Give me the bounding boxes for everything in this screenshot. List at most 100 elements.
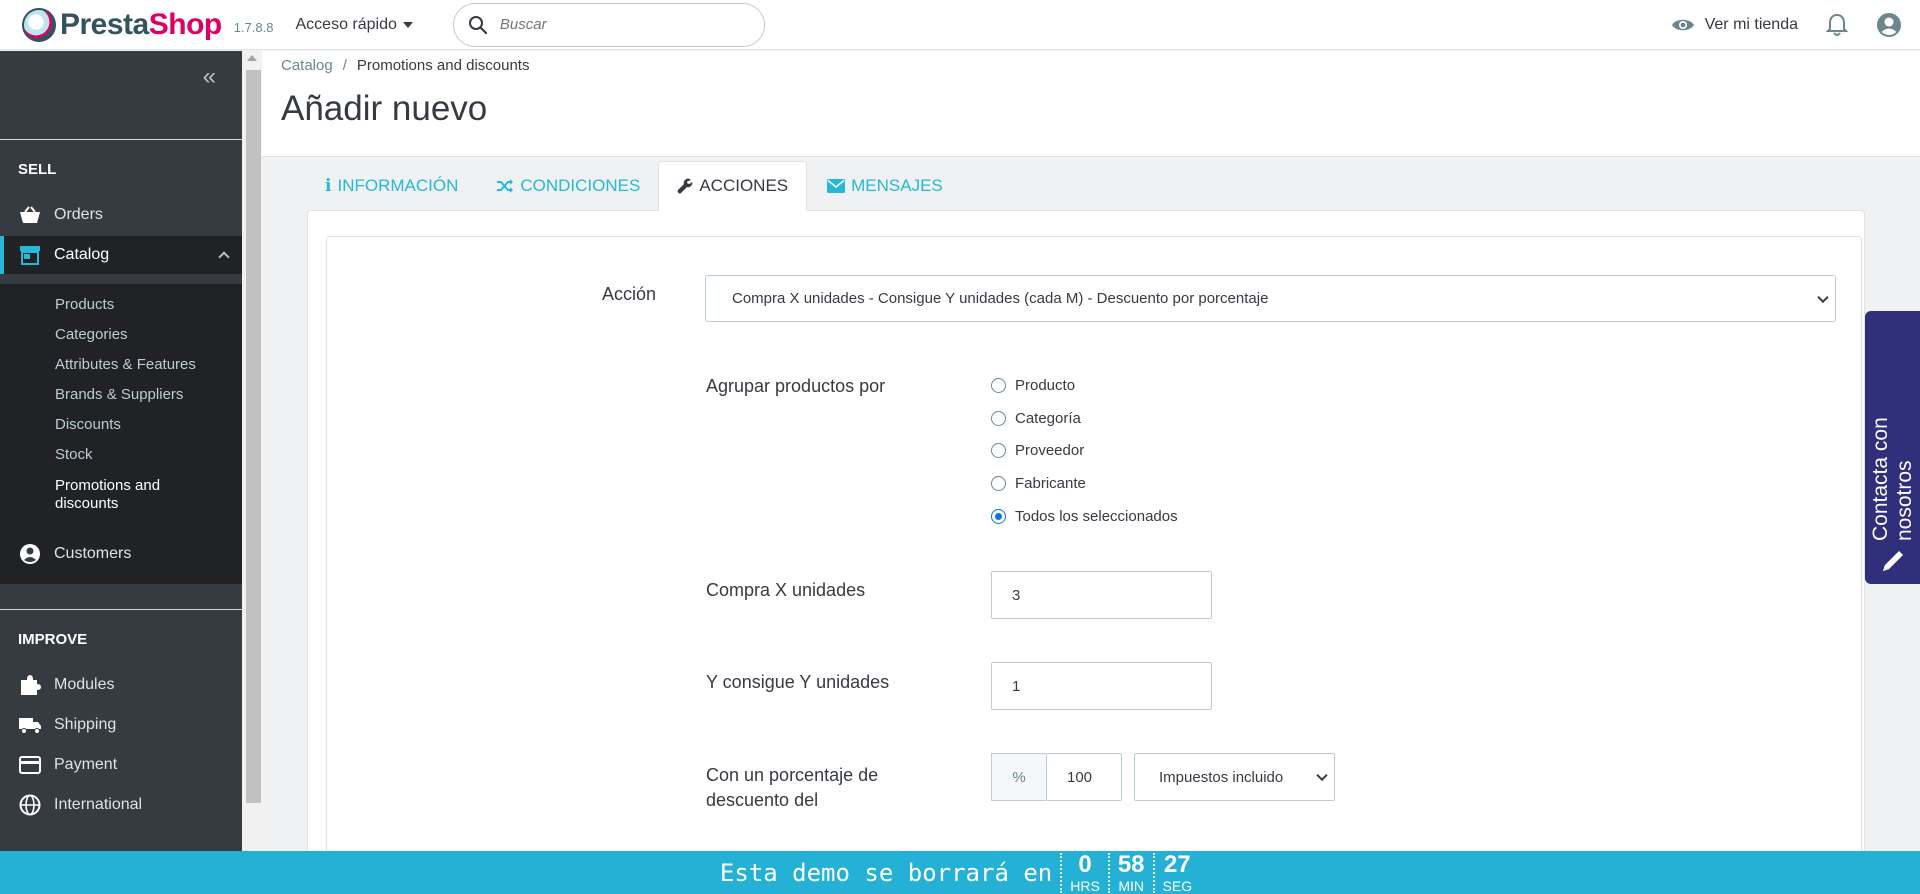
bell-icon[interactable]	[1826, 13, 1848, 37]
submenu-item-promotions[interactable]: Promotions and discounts	[55, 477, 215, 513]
globe-icon	[18, 793, 42, 817]
sidebar-item-label: Shipping	[54, 716, 117, 733]
breadcrumb: Catalog / Promotions and discounts	[281, 57, 529, 74]
tab-label: INFORMACIÓN	[337, 176, 459, 195]
countdown-minutes-value: 58	[1117, 850, 1145, 878]
radio-categoria[interactable]: Categoría	[991, 410, 1081, 427]
action-select[interactable]: Compra X unidades - Consigue Y unidades …	[705, 275, 1836, 322]
scroll-up-arrow-icon[interactable]	[247, 55, 257, 61]
countdown-minutes: 58 MIN	[1107, 850, 1153, 894]
view-shop-label: Ver mi tienda	[1704, 15, 1798, 33]
radio-fabricante[interactable]: Fabricante	[991, 475, 1086, 492]
brand-name: PrestaShop	[60, 7, 222, 41]
countdown-hours: 0 HRS	[1060, 852, 1108, 894]
countdown-hours-unit: HRS	[1070, 877, 1100, 894]
radio-proveedor[interactable]: Proveedor	[991, 442, 1084, 459]
contact-us-tab[interactable]: Contacta con nosotros	[1865, 311, 1920, 584]
discount-value: 100	[1067, 768, 1093, 786]
tab-mensajes[interactable]: MENSAJES	[809, 161, 961, 211]
discount-label: Con un porcentaje de descuento del	[706, 763, 878, 813]
get-y-value: 1	[1012, 677, 1021, 695]
radio-button-selected[interactable]	[991, 509, 1006, 524]
sidebar-item-customers[interactable]: Customers	[0, 535, 242, 573]
store-icon	[18, 243, 42, 267]
submenu-item-attributes[interactable]: Attributes & Features	[55, 356, 196, 373]
tab-label: MENSAJES	[851, 176, 943, 195]
sidebar-item-label: Payment	[54, 756, 118, 773]
action-select-value: Compra X unidades - Consigue Y unidades …	[732, 290, 1269, 307]
page-header: Catalog / Promotions and discounts Añadir …	[262, 51, 1920, 157]
puffin-logo-icon	[22, 7, 56, 42]
credit-card-icon	[18, 753, 42, 777]
search-box[interactable]	[452, 2, 765, 47]
tab-label: ACCIONES	[699, 176, 789, 195]
collapse-sidebar-icon[interactable]: «	[203, 65, 216, 89]
sidebar-item-modules[interactable]: Modules	[0, 666, 242, 704]
sidebar-item-label: International	[54, 796, 143, 813]
envelope-icon	[827, 179, 846, 193]
radio-button[interactable]	[991, 411, 1006, 426]
get-y-input[interactable]: 1	[991, 662, 1212, 710]
pencil-icon	[1883, 551, 1903, 571]
discount-label-line: descuento del	[706, 790, 819, 810]
chevron-down-icon	[1817, 291, 1829, 303]
sidebar-item-catalog[interactable]: Catalog	[0, 236, 242, 274]
sidebar-nav: « SELL Orders Catalog Products Categorie…	[0, 51, 242, 851]
radio-todos-seleccionados[interactable]: Todos los seleccionados	[991, 508, 1178, 525]
sidebar-item-orders[interactable]: Orders	[0, 196, 242, 234]
submenu-item-stock[interactable]: Stock	[55, 446, 93, 463]
tax-select[interactable]: Impuestos incluido	[1134, 753, 1335, 801]
top-header: PrestaShop 1.7.8.8 Acceso rápido Ver mi …	[0, 0, 1920, 50]
quick-access-dropdown[interactable]: Acceso rápido	[296, 16, 413, 34]
chevron-down-icon	[1316, 769, 1328, 782]
sidebar-item-label: Catalog	[54, 246, 110, 263]
sidebar-section-sell: SELL	[18, 161, 57, 178]
sidebar-divider	[0, 609, 242, 610]
caret-down-icon	[402, 21, 413, 28]
tab-condiciones[interactable]: CONDICIONES	[478, 161, 658, 211]
rule-tabs: i INFORMACIÓN CONDICIONES ACCIONES MENSA…	[307, 161, 961, 211]
tab-informacion[interactable]: i INFORMACIÓN	[307, 161, 476, 211]
chevron-up-icon	[218, 251, 230, 263]
sidebar-section-improve: IMPROVE	[18, 631, 88, 648]
truck-icon	[18, 713, 42, 737]
submenu-item-products[interactable]: Products	[55, 296, 114, 313]
sidebar-item-label: Customers	[54, 545, 132, 562]
radio-producto[interactable]: Producto	[991, 377, 1075, 394]
search-input[interactable]	[499, 16, 740, 33]
countdown-minutes-unit: MIN	[1118, 877, 1144, 894]
submenu-item-discounts[interactable]: Discounts	[55, 416, 121, 433]
puzzle-icon	[18, 673, 42, 697]
prestashop-logo[interactable]: PrestaShop	[22, 7, 222, 42]
radio-label: Producto	[1015, 377, 1076, 394]
tab-acciones[interactable]: ACCIONES	[658, 161, 808, 211]
submenu-item-categories[interactable]: Categories	[55, 326, 128, 343]
action-label: Acción	[602, 284, 657, 304]
demo-countdown-banner: Esta demo se borrará en 0 HRS 58 MIN 27 SEG	[0, 851, 1920, 894]
percent-addon: %	[991, 753, 1046, 801]
countdown-seconds-unit: SEG	[1162, 877, 1193, 894]
account-circle-icon	[18, 542, 42, 566]
sidebar-item-shipping[interactable]: Shipping	[0, 706, 242, 744]
radio-button[interactable]	[991, 378, 1006, 393]
scrollbar-thumb[interactable]	[246, 70, 261, 803]
discount-input[interactable]: 100	[1046, 753, 1122, 801]
radio-label: Todos los seleccionados	[1015, 508, 1178, 525]
radio-button[interactable]	[991, 476, 1006, 491]
contact-us-label: Contacta con nosotros	[1869, 417, 1916, 541]
get-y-label: Y consigue Y unidades	[706, 672, 890, 692]
submenu-item-brands[interactable]: Brands & Suppliers	[55, 386, 183, 403]
countdown-seconds-value: 27	[1163, 850, 1191, 878]
shopping-basket-icon	[18, 203, 42, 227]
breadcrumb-catalog-link[interactable]: Catalog	[281, 57, 333, 74]
account-icon[interactable]	[1876, 12, 1902, 38]
radio-button[interactable]	[991, 443, 1006, 458]
radio-label: Proveedor	[1015, 442, 1085, 459]
sidebar-item-payment[interactable]: Payment	[0, 746, 242, 784]
info-icon: i	[325, 176, 332, 196]
buy-x-input[interactable]: 3	[991, 571, 1212, 619]
wrench-icon	[677, 178, 693, 194]
sidebar-item-international[interactable]: International	[0, 786, 242, 824]
tab-label: CONDICIONES	[520, 176, 641, 195]
view-shop-link[interactable]: Ver mi tienda	[1671, 16, 1798, 34]
